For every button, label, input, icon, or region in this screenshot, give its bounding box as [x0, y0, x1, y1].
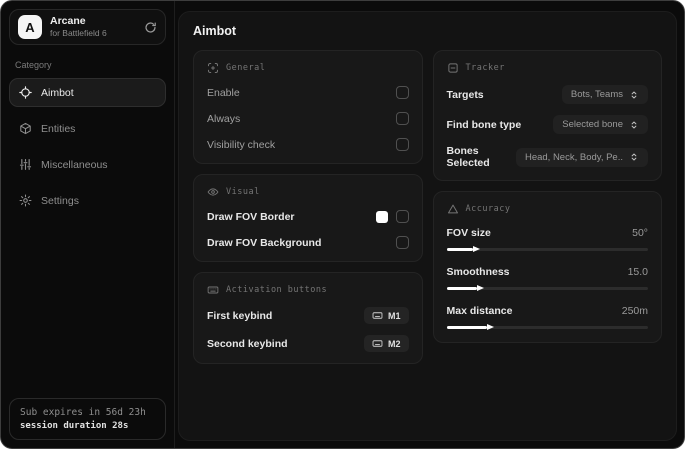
main-wrap: Aimbot General Enable Always Visibility …: [175, 1, 684, 448]
select-value: Bots, Teams: [570, 89, 623, 100]
crosshair-icon: [19, 86, 32, 99]
setting-label: First keybind: [207, 309, 273, 322]
setting-label: Draw FOV Border: [207, 210, 295, 223]
card-title: Tracker: [465, 63, 505, 73]
card-title: Activation buttons: [226, 285, 328, 295]
frame-minus-icon: [447, 62, 459, 74]
draw-fov-border-checkbox[interactable]: [395, 210, 409, 223]
app-name: Arcane: [50, 15, 86, 28]
gear-icon: [19, 194, 32, 207]
setting-label: Draw FOV Background: [207, 236, 322, 249]
sidebar-item-entities[interactable]: Entities: [9, 114, 166, 143]
select-value: Selected bone: [562, 119, 623, 130]
second-keybind-button[interactable]: M2: [363, 335, 409, 352]
general-card: General Enable Always Visibility check: [193, 50, 423, 164]
main-panel: Aimbot General Enable Always Visibility …: [178, 11, 677, 441]
setting-label: Targets: [446, 88, 484, 101]
slider-thumb[interactable]: [486, 323, 494, 330]
app-subtitle: for Battlefield 6: [50, 28, 107, 39]
sidebar-item-label: Entities: [41, 122, 76, 135]
left-column: General Enable Always Visibility check V…: [193, 50, 423, 364]
tracker-card: Tracker Targets Bots, Teams Find bone ty…: [432, 50, 662, 181]
card-title: Accuracy: [465, 204, 511, 214]
setting-label: Max distance: [446, 304, 513, 317]
keyboard-icon: [372, 310, 383, 321]
sidebar: A Arcane for Battlefield 6 Category Aimb…: [1, 1, 175, 448]
right-column: Tracker Targets Bots, Teams Find bone ty…: [432, 50, 662, 343]
setting-label: Bones Selected: [446, 145, 490, 169]
eye-icon: [207, 186, 219, 198]
session-duration-text: session duration 28s: [20, 421, 129, 431]
bones-selected-select[interactable]: Head, Neck, Body, Pe..: [515, 147, 648, 167]
visual-card: Visual Draw FOV Border Draw FOV Backgrou…: [193, 174, 423, 262]
max-distance-slider[interactable]: [446, 323, 648, 331]
setting-label: Enable: [207, 86, 240, 99]
setting-label: Always: [207, 112, 241, 125]
sidebar-item-label: Settings: [41, 194, 79, 207]
enable-checkbox[interactable]: [395, 86, 409, 99]
keybind-value: M1: [387, 310, 401, 321]
max-distance-value: 250m: [621, 304, 648, 317]
cube-icon: [19, 122, 32, 135]
sub-expiry-text: Sub expires in 56d 23h: [20, 407, 146, 418]
triangle-icon: [447, 203, 459, 215]
fov-size-value: 50°: [632, 226, 648, 239]
slider-fill: [446, 323, 494, 330]
sidebar-item-miscellaneous[interactable]: Miscellaneous: [9, 150, 166, 179]
chevrons-up-down-icon: [629, 152, 639, 162]
accuracy-card: Accuracy FOV size 50° Smoothness 15.0 Ma…: [432, 191, 662, 343]
app-title-block: Arcane for Battlefield 6: [50, 15, 107, 39]
smoothness-slider[interactable]: [446, 284, 648, 292]
sidebar-item-aimbot[interactable]: Aimbot: [9, 78, 166, 107]
targets-select[interactable]: Bots, Teams: [561, 85, 648, 104]
setting-label: Smoothness: [446, 265, 510, 278]
app-logo: A: [18, 15, 42, 39]
sidebar-item-settings[interactable]: Settings: [9, 186, 166, 215]
visibility-check-checkbox[interactable]: [395, 138, 409, 151]
keybind-value: M2: [387, 338, 401, 349]
category-label: Category: [15, 60, 52, 70]
setting-label: FOV size: [446, 226, 491, 239]
sidebar-item-label: Miscellaneous: [41, 158, 108, 171]
slider-thumb[interactable]: [476, 284, 484, 291]
subscription-info: Sub expires in 56d 23h session duration …: [9, 398, 166, 440]
chevrons-up-down-icon: [629, 120, 639, 130]
draw-fov-background-checkbox[interactable]: [395, 236, 409, 249]
scan-icon: [207, 62, 219, 74]
select-value: Head, Neck, Body, Pe..: [524, 151, 623, 163]
chevrons-up-down-icon: [629, 90, 639, 100]
fov-size-slider[interactable]: [446, 245, 648, 253]
slider-fill: [446, 245, 480, 252]
slider-fill: [446, 284, 484, 291]
keyboard-icon: [372, 338, 383, 349]
find-bone-type-select[interactable]: Selected bone: [553, 115, 648, 134]
sidebar-nav: Aimbot Entities Miscellaneous Settings: [9, 78, 166, 215]
smoothness-value: 15.0: [627, 265, 648, 278]
activation-buttons-card: Activation buttons First keybind M1 Seco…: [193, 272, 423, 364]
refresh-icon[interactable]: [144, 21, 157, 34]
setting-label: Second keybind: [207, 337, 288, 350]
card-title: Visual: [226, 187, 260, 197]
sidebar-header: A Arcane for Battlefield 6: [9, 9, 166, 45]
first-keybind-button[interactable]: M1: [363, 307, 409, 324]
sliders-icon: [19, 158, 32, 171]
app-window: A Arcane for Battlefield 6 Category Aimb…: [0, 0, 685, 449]
fov-border-color-swatch[interactable]: [375, 210, 388, 223]
setting-label: Find bone type: [446, 118, 522, 131]
keyboard-icon: [207, 284, 219, 296]
page-title: Aimbot: [193, 24, 237, 38]
sidebar-item-label: Aimbot: [41, 86, 74, 99]
always-checkbox[interactable]: [395, 112, 409, 125]
setting-label: Visibility check: [207, 138, 276, 151]
slider-thumb[interactable]: [472, 245, 480, 252]
card-title: General: [226, 63, 266, 73]
